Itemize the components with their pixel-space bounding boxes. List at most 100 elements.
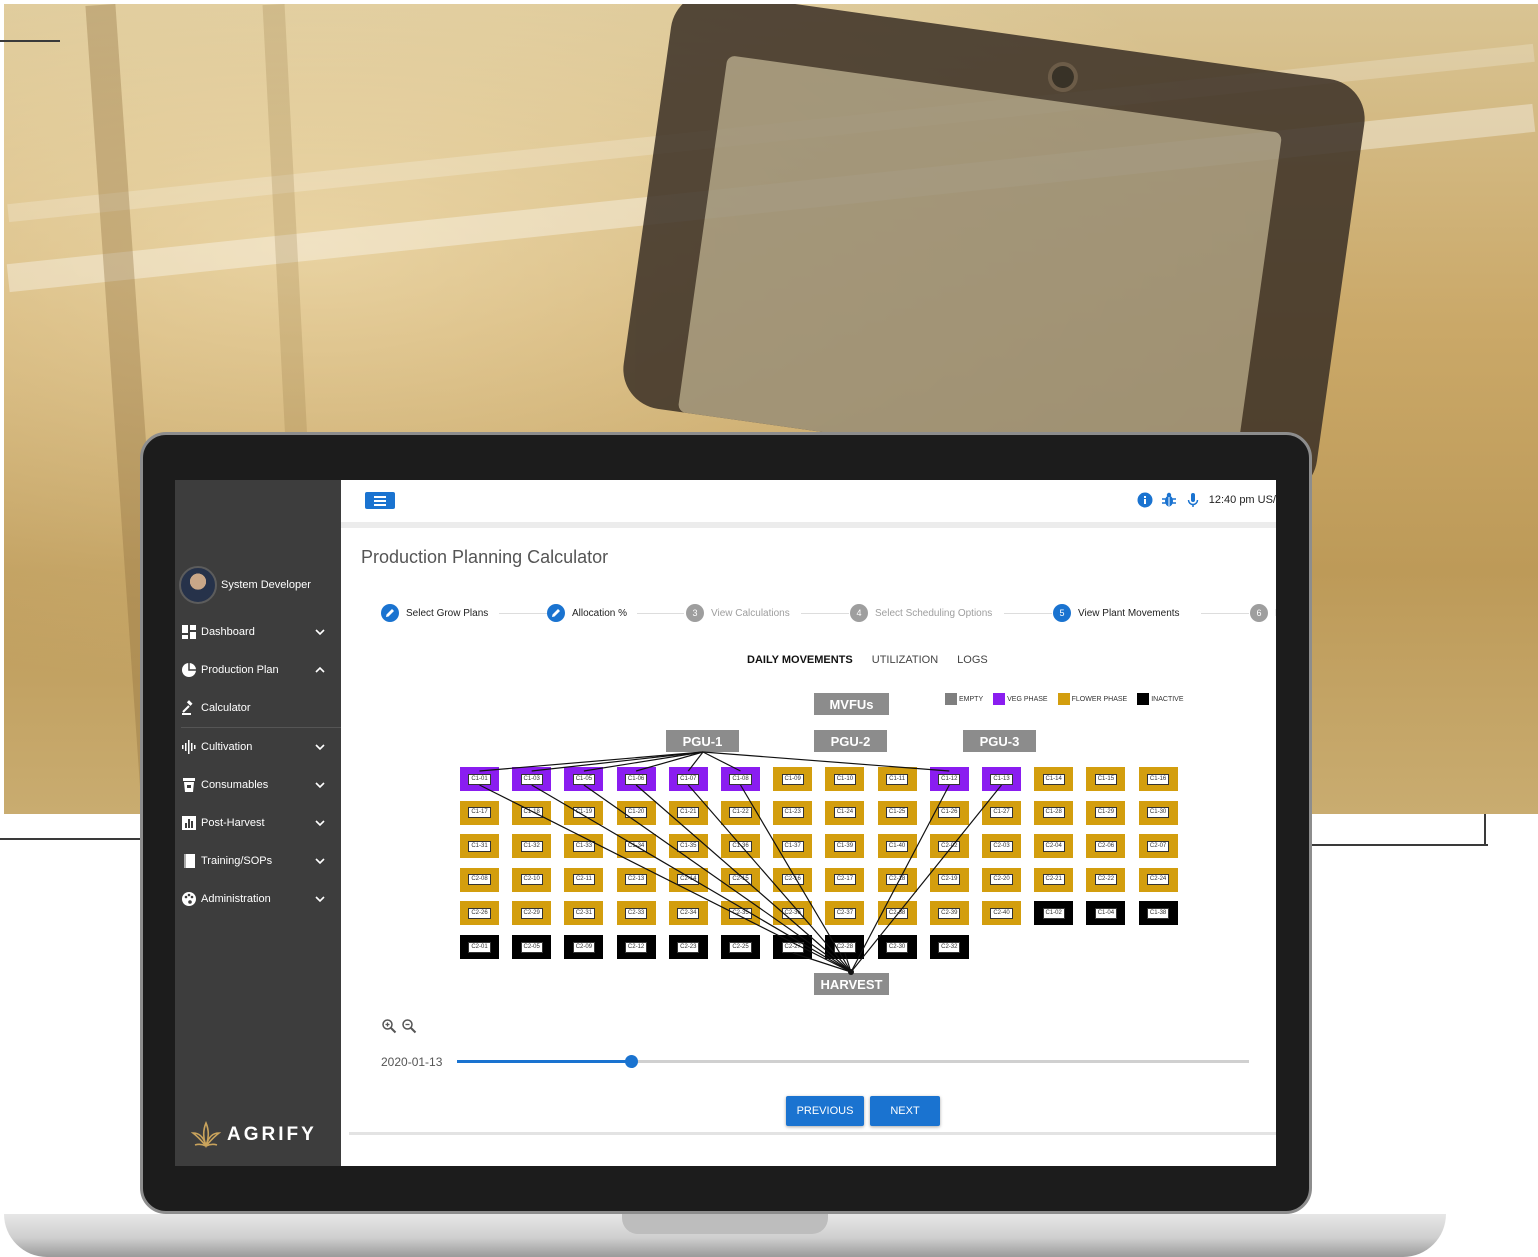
grid-cell[interactable]: C1-30: [1138, 800, 1178, 825]
tab-utilization[interactable]: UTILIZATION: [872, 654, 938, 666]
grid-cell[interactable]: C1-32: [512, 834, 552, 859]
grid-cell[interactable]: C2-15: [721, 867, 760, 892]
grid-cell[interactable]: C2-08: [460, 867, 499, 892]
grid-cell[interactable]: C1-24: [825, 800, 865, 825]
sidebar-item-administration[interactable]: Administration: [175, 880, 341, 918]
grid-cell[interactable]: C2-22: [1086, 867, 1126, 892]
sidebar-item-training-sops[interactable]: Training/SOPs: [175, 842, 341, 880]
grid-cell[interactable]: C1-26: [929, 800, 969, 825]
grid-cell[interactable]: C1-35: [668, 834, 708, 859]
grid-cell[interactable]: C1-09: [773, 767, 813, 791]
step-6[interactable]: 6 D: [1250, 604, 1276, 622]
grid-cell[interactable]: C2-20: [982, 867, 1021, 892]
grid-cell[interactable]: C2-05: [512, 935, 552, 959]
step-scheduling-options[interactable]: 4 Select Scheduling Options: [850, 604, 992, 622]
tab-daily-movements[interactable]: DAILY MOVEMENTS: [747, 654, 853, 666]
grid-cell[interactable]: C1-21: [668, 800, 708, 825]
grid-cell[interactable]: C1-02: [1034, 901, 1074, 926]
step-view-calculations[interactable]: 3 View Calculations: [686, 604, 790, 622]
grid-cell[interactable]: C1-18: [512, 800, 552, 825]
microphone-icon[interactable]: [1185, 492, 1201, 508]
zoom-out-icon[interactable]: [401, 1018, 417, 1034]
grid-cell[interactable]: C1-19: [564, 800, 604, 825]
grid-cell[interactable]: C2-33: [616, 901, 656, 926]
grid-cell[interactable]: C2-24: [1138, 867, 1178, 892]
grid-cell[interactable]: C2-29: [512, 901, 552, 926]
slider-thumb[interactable]: [625, 1055, 639, 1068]
grid-cell[interactable]: C1-05: [564, 767, 604, 791]
grid-cell[interactable]: C2-12: [616, 935, 656, 959]
grid-cell[interactable]: C2-06: [1086, 834, 1126, 859]
grid-cell[interactable]: C1-28: [1034, 800, 1074, 825]
next-button[interactable]: NEXT: [870, 1096, 940, 1126]
grid-cell[interactable]: C2-28: [825, 935, 865, 959]
grid-cell[interactable]: C1-20: [616, 800, 656, 825]
grid-cell[interactable]: C2-02: [929, 834, 969, 859]
grid-cell[interactable]: C2-32: [929, 935, 969, 959]
step-allocation[interactable]: Allocation %: [547, 604, 627, 622]
grid-cell[interactable]: C1-29: [1086, 800, 1126, 825]
grid-cell[interactable]: C2-27: [773, 935, 813, 959]
sidebar-item-post-harvest[interactable]: Post-Harvest: [175, 804, 341, 842]
timeline-slider[interactable]: [457, 1055, 1249, 1068]
grid-cell[interactable]: C1-31: [460, 834, 499, 859]
grid-cell[interactable]: C1-04: [1086, 901, 1126, 926]
grid-cell[interactable]: C2-36: [773, 901, 813, 926]
menu-button[interactable]: [365, 492, 395, 509]
grid-cell[interactable]: C2-13: [616, 867, 656, 892]
user-profile[interactable]: System Developer: [179, 566, 311, 604]
previous-button[interactable]: PREVIOUS: [786, 1096, 864, 1126]
info-icon[interactable]: [1137, 492, 1153, 508]
grid-cell[interactable]: C2-26: [460, 901, 499, 926]
grid-cell[interactable]: C2-31: [564, 901, 604, 926]
grid-cell[interactable]: C1-37: [773, 834, 813, 859]
grid-cell[interactable]: C2-11: [564, 867, 604, 892]
grid-cell[interactable]: C1-12: [929, 767, 969, 791]
grid-cell[interactable]: C2-37: [825, 901, 865, 926]
grid-cell[interactable]: C1-38: [1138, 901, 1178, 926]
grid-cell[interactable]: C1-40: [877, 834, 917, 859]
grid-cell[interactable]: C2-40: [982, 901, 1021, 926]
sidebar-item-cultivation[interactable]: Cultivation: [175, 728, 341, 766]
grid-cell[interactable]: C2-23: [668, 935, 708, 959]
grid-cell[interactable]: C1-03: [512, 767, 552, 791]
grid-cell[interactable]: C2-01: [460, 935, 499, 959]
grid-cell[interactable]: C2-16: [773, 867, 813, 892]
grid-cell[interactable]: C2-17: [825, 867, 865, 892]
grid-cell[interactable]: C2-18: [877, 867, 917, 892]
grid-cell[interactable]: C1-23: [773, 800, 813, 825]
grid-cell[interactable]: C1-06: [616, 767, 656, 791]
grid-cell[interactable]: C1-39: [825, 834, 865, 859]
tab-logs[interactable]: LOGS: [957, 654, 988, 666]
grid-cell[interactable]: C2-07: [1138, 834, 1178, 859]
grid-cell[interactable]: C2-03: [982, 834, 1021, 859]
grid-cell[interactable]: C2-30: [877, 935, 917, 959]
grid-cell[interactable]: C1-13: [982, 767, 1021, 791]
grid-cell[interactable]: C1-08: [721, 767, 760, 791]
grid-cell[interactable]: C2-25: [721, 935, 760, 959]
bug-icon[interactable]: [1161, 492, 1177, 508]
grid-cell[interactable]: C1-27: [982, 800, 1021, 825]
grid-cell[interactable]: C1-10: [825, 767, 865, 791]
grid-cell[interactable]: C2-39: [929, 901, 969, 926]
sidebar-item-dashboard[interactable]: Dashboard: [175, 613, 341, 651]
grid-cell[interactable]: C1-34: [616, 834, 656, 859]
grid-cell[interactable]: C1-11: [877, 767, 917, 791]
grid-cell[interactable]: C1-16: [1138, 767, 1178, 791]
sidebar-item-calculator[interactable]: Calculator: [175, 689, 341, 727]
grid-cell[interactable]: C1-36: [721, 834, 760, 859]
grid-cell[interactable]: C1-01: [460, 767, 499, 791]
grid-cell[interactable]: C1-15: [1086, 767, 1126, 791]
grid-cell[interactable]: C2-10: [512, 867, 552, 892]
zoom-in-icon[interactable]: [381, 1018, 397, 1034]
grid-cell[interactable]: C2-34: [668, 901, 708, 926]
sidebar-item-consumables[interactable]: Consumables: [175, 766, 341, 804]
grid-cell[interactable]: C2-38: [877, 901, 917, 926]
grid-cell[interactable]: C2-21: [1034, 867, 1074, 892]
grid-cell[interactable]: C2-14: [668, 867, 708, 892]
grid-cell[interactable]: C1-17: [460, 800, 499, 825]
sidebar-item-production-plan[interactable]: Production Plan: [175, 651, 341, 689]
grid-cell[interactable]: C2-19: [929, 867, 969, 892]
grid-cell[interactable]: C2-04: [1034, 834, 1074, 859]
grid-cell[interactable]: C2-09: [564, 935, 604, 959]
